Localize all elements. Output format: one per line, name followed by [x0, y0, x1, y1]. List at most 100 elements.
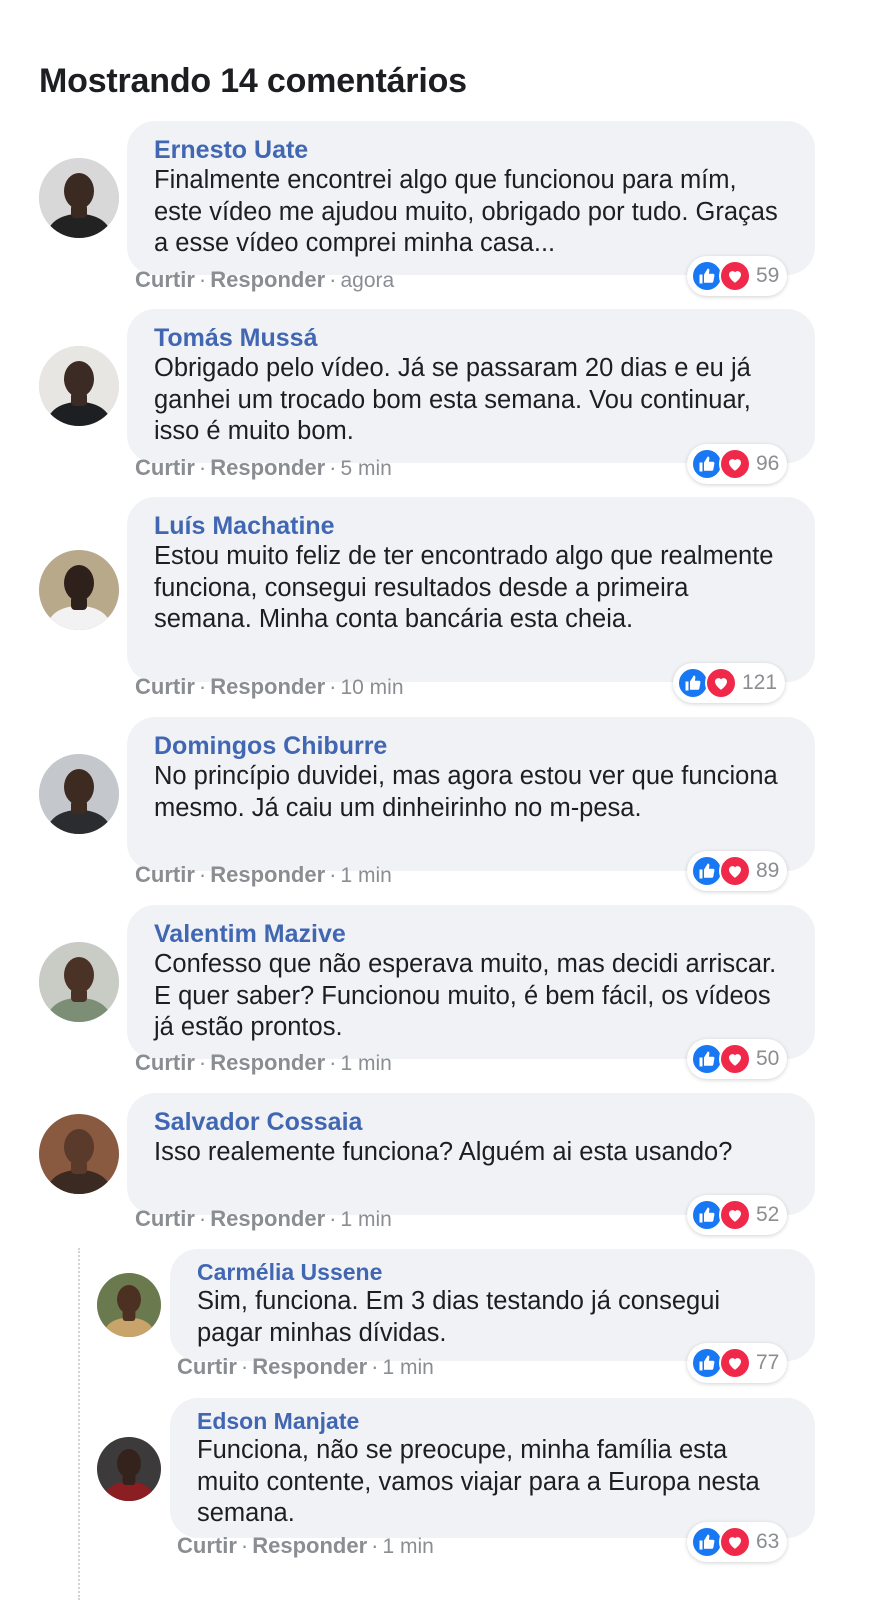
- comment-timestamp[interactable]: agora: [340, 269, 394, 292]
- avatar[interactable]: [39, 942, 119, 1022]
- separator: ·: [198, 455, 207, 480]
- reactions-pill[interactable]: 77: [687, 1343, 788, 1383]
- comment-timestamp[interactable]: 5 min: [340, 457, 391, 480]
- avatar[interactable]: [39, 550, 119, 630]
- reactions-pill[interactable]: 50: [687, 1039, 788, 1079]
- comment-author[interactable]: Tomás Mussá: [154, 323, 789, 353]
- comment-author[interactable]: Edson Manjate: [197, 1408, 789, 1435]
- separator: ·: [198, 674, 207, 699]
- reply-link[interactable]: Responder: [210, 674, 325, 699]
- reaction-count: 89: [756, 859, 780, 882]
- separator: ·: [198, 267, 207, 292]
- separator: ·: [198, 862, 207, 887]
- reply-link[interactable]: Responder: [210, 455, 325, 480]
- comment-timestamp[interactable]: 1 min: [340, 864, 391, 887]
- comments-heading: Mostrando 14 comentários: [39, 62, 467, 100]
- like-link[interactable]: Curtir: [135, 267, 195, 292]
- avatar[interactable]: [39, 754, 119, 834]
- reactions-pill[interactable]: 59: [687, 256, 788, 296]
- separator: ·: [198, 1050, 207, 1075]
- like-link[interactable]: Curtir: [177, 1533, 237, 1558]
- comment-text: Sim, funciona. Em 3 dias testando já con…: [197, 1287, 721, 1347]
- comment-timestamp[interactable]: 1 min: [382, 1356, 433, 1379]
- comment-bubble: Edson Manjate Funciona, não se preocupe, …: [170, 1398, 815, 1538]
- reaction-count: 63: [756, 1530, 780, 1553]
- separator: ·: [240, 1354, 249, 1379]
- reaction-count: 121: [742, 671, 778, 694]
- avatar[interactable]: [97, 1437, 161, 1501]
- reactions-pill[interactable]: 121: [673, 663, 786, 703]
- comment-text: Obrigado pelo vídeo. Já se passaram 20 d…: [154, 354, 751, 445]
- separator: ·: [240, 1533, 249, 1558]
- separator: ·: [371, 1354, 379, 1379]
- reaction-count: 52: [756, 1203, 780, 1226]
- reaction-count: 50: [756, 1047, 780, 1070]
- comment-bubble: Valentim Mazive Confesso que não esperava…: [127, 905, 815, 1059]
- heart-icon: [719, 448, 751, 480]
- separator: ·: [329, 1050, 337, 1075]
- separator: ·: [329, 455, 337, 480]
- reactions-pill[interactable]: 89: [687, 851, 788, 891]
- comment-actions: Curtir · Responder · 10 min: [135, 673, 404, 702]
- comment-bubble: Domingos Chiburre No princípio duvidei, m…: [127, 717, 815, 871]
- like-link[interactable]: Curtir: [135, 862, 195, 887]
- comment-timestamp[interactable]: 10 min: [340, 676, 403, 699]
- reply-link[interactable]: Responder: [210, 862, 325, 887]
- comment-author[interactable]: Valentim Mazive: [154, 919, 789, 949]
- separator: ·: [329, 674, 337, 699]
- reaction-count: 77: [756, 1351, 780, 1374]
- comment-timestamp[interactable]: 1 min: [382, 1535, 433, 1558]
- comment-text: Estou muito feliz de ter encontrado algo…: [154, 542, 774, 633]
- like-link[interactable]: Curtir: [135, 455, 195, 480]
- comment-actions: Curtir · Responder · 1 min: [135, 861, 392, 890]
- comment-text: No princípio duvidei, mas agora estou ve…: [154, 762, 778, 822]
- comment-actions: Curtir · Responder · 1 min: [177, 1532, 434, 1561]
- heart-icon: [719, 1043, 751, 1075]
- like-link[interactable]: Curtir: [135, 1050, 195, 1075]
- reply-link[interactable]: Responder: [210, 1050, 325, 1075]
- reply-thread-line: [78, 1248, 80, 1600]
- like-link[interactable]: Curtir: [135, 1206, 195, 1231]
- comment-text: Finalmente encontrei algo que funcionou …: [154, 166, 778, 257]
- comment-actions: Curtir · Responder · 1 min: [135, 1205, 392, 1234]
- comment-actions: Curtir · Responder · 1 min: [135, 1049, 392, 1078]
- separator: ·: [329, 862, 337, 887]
- reaction-count: 59: [756, 264, 780, 287]
- separator: ·: [329, 267, 337, 292]
- reactions-pill[interactable]: 96: [687, 444, 788, 484]
- reply-link[interactable]: Responder: [210, 267, 325, 292]
- reply-link[interactable]: Responder: [210, 1206, 325, 1231]
- like-link[interactable]: Curtir: [135, 674, 195, 699]
- comment-text: Confesso que não esperava muito, mas dec…: [154, 950, 777, 1041]
- comment-bubble: Luís Machatine Estou muito feliz de ter e…: [127, 497, 815, 682]
- comment-bubble: Tomás Mussá Obrigado pelo vídeo. Já se pa…: [127, 309, 815, 463]
- comment-author[interactable]: Luís Machatine: [154, 511, 789, 541]
- comment-author[interactable]: Carmélia Ussene: [197, 1259, 789, 1286]
- comment-author[interactable]: Domingos Chiburre: [154, 731, 789, 761]
- reactions-pill[interactable]: 52: [687, 1195, 788, 1235]
- comment-text: Isso realemente funciona? Alguém ai esta…: [154, 1138, 733, 1166]
- comment-actions: Curtir · Responder · 1 min: [177, 1353, 434, 1382]
- avatar[interactable]: [39, 346, 119, 426]
- avatar[interactable]: [39, 158, 119, 238]
- avatar[interactable]: [97, 1273, 161, 1337]
- comment-actions: Curtir · Responder · agora: [135, 266, 394, 295]
- heart-icon: [705, 667, 737, 699]
- comment-timestamp[interactable]: 1 min: [340, 1208, 391, 1231]
- heart-icon: [719, 855, 751, 887]
- comment-author[interactable]: Salvador Cossaia: [154, 1107, 789, 1137]
- heart-icon: [719, 1347, 751, 1379]
- reactions-pill[interactable]: 63: [687, 1522, 788, 1562]
- reply-link[interactable]: Responder: [252, 1354, 367, 1379]
- reply-link[interactable]: Responder: [252, 1533, 367, 1558]
- comment-actions: Curtir · Responder · 5 min: [135, 454, 392, 483]
- separator: ·: [198, 1206, 207, 1231]
- comment-bubble: Ernesto Uate Finalmente encontrei algo qu…: [127, 121, 815, 275]
- heart-icon: [719, 1199, 751, 1231]
- avatar[interactable]: [39, 1114, 119, 1194]
- reaction-count: 96: [756, 452, 780, 475]
- comment-author[interactable]: Ernesto Uate: [154, 135, 789, 165]
- separator: ·: [371, 1533, 379, 1558]
- like-link[interactable]: Curtir: [177, 1354, 237, 1379]
- comment-timestamp[interactable]: 1 min: [340, 1052, 391, 1075]
